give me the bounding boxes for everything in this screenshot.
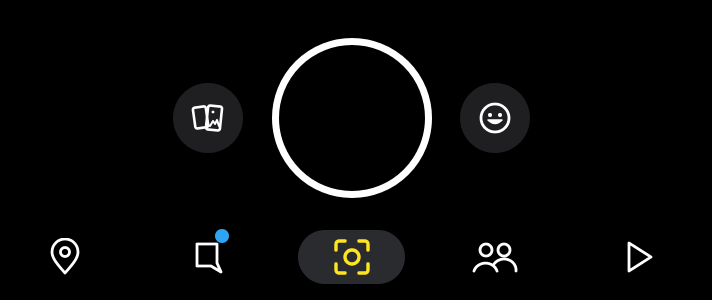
nav-spotlight[interactable] — [610, 226, 668, 288]
shutter-button[interactable] — [272, 38, 432, 198]
nav-camera[interactable] — [298, 230, 405, 284]
unread-badge — [215, 229, 229, 243]
friends-icon — [472, 242, 518, 273]
memories-cards-icon — [191, 104, 224, 132]
play-triangle-icon — [627, 241, 653, 273]
nav-stories[interactable] — [466, 226, 524, 288]
nav-chat[interactable] — [180, 226, 238, 288]
camera-scan-icon — [333, 239, 370, 275]
location-pin-icon — [50, 238, 80, 275]
nav-map[interactable] — [36, 226, 94, 288]
smiley-face-icon — [479, 102, 511, 134]
lenses-button[interactable] — [460, 83, 530, 153]
chat-bubble-icon — [195, 242, 223, 274]
memories-button[interactable] — [173, 83, 243, 153]
bottom-navigation-bar — [0, 226, 712, 288]
camera-screen — [0, 0, 712, 300]
